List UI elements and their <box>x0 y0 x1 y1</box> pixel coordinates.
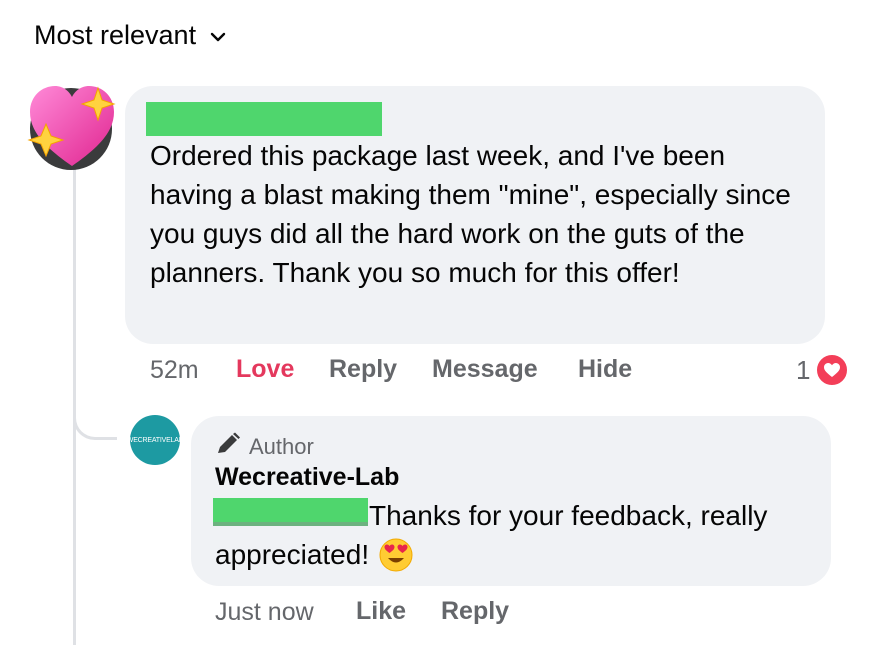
reply-to-reply-button[interactable]: Reply <box>441 597 509 626</box>
chevron-down-icon <box>210 29 226 47</box>
reply-timestamp[interactable]: Just now <box>215 598 314 627</box>
hide-button[interactable]: Hide <box>578 355 632 384</box>
sort-dropdown[interactable]: Most relevant <box>34 20 226 51</box>
author-badge: Author <box>215 432 314 461</box>
redaction-underline <box>213 522 368 526</box>
reply-text-line1: Thanks for your feedback, really <box>369 500 768 531</box>
heart-eyes-emoji-icon <box>379 538 413 572</box>
reply-text-line2: appreciated! <box>215 539 370 570</box>
author-avatar[interactable]: WECREATIVELAB <box>126 415 184 465</box>
reply-button[interactable]: Reply <box>329 355 397 384</box>
love-reaction-icon[interactable] <box>815 353 849 387</box>
author-name[interactable]: Wecreative-Lab <box>215 463 399 492</box>
sort-label: Most relevant <box>34 20 197 50</box>
avatar-logo-text: WECREATIVELAB <box>126 436 184 444</box>
author-label: Author <box>249 433 314 459</box>
love-button[interactable]: Love <box>236 355 294 384</box>
comment-timestamp[interactable]: 52m <box>150 356 199 385</box>
pencil-icon <box>215 432 241 461</box>
thread-connector <box>73 392 117 440</box>
message-button[interactable]: Message <box>432 355 538 384</box>
sparkling-heart-icon <box>26 82 118 170</box>
redacted-commenter-name <box>146 102 382 136</box>
reaction-count[interactable]: 1 <box>796 355 810 386</box>
like-button[interactable]: Like <box>356 597 406 626</box>
comment-text: Ordered this package last week, and I've… <box>150 140 791 288</box>
reply-text-line2-row: appreciated! <box>215 535 413 574</box>
